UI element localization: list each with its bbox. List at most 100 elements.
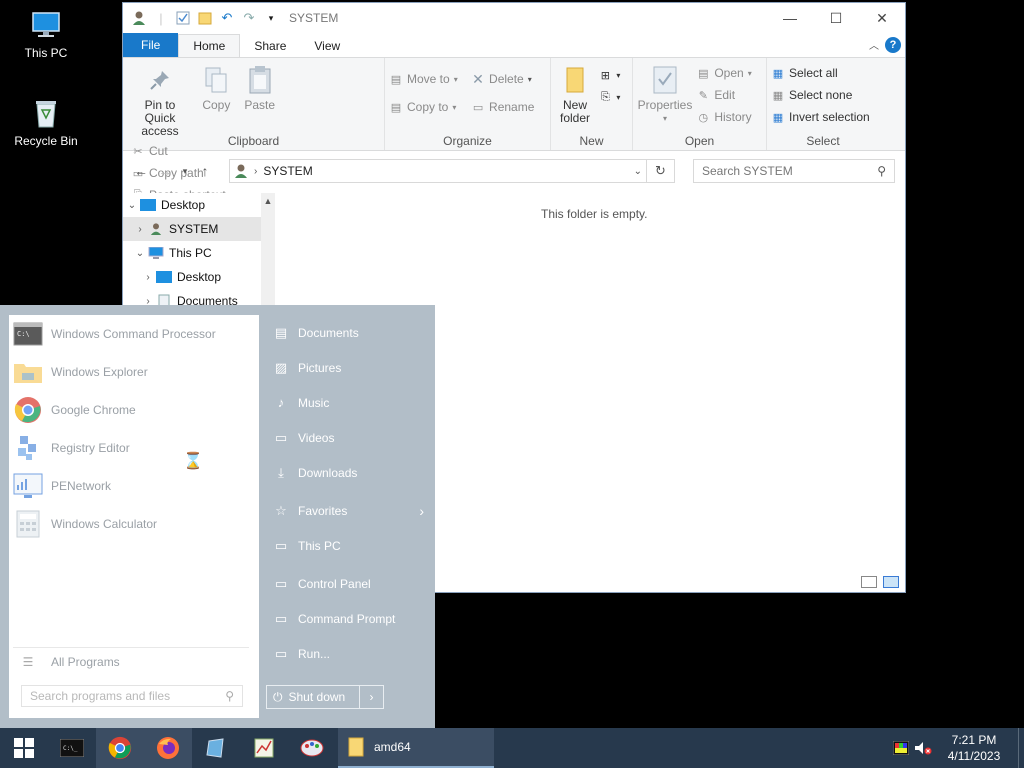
easy-access-button[interactable]: ⎘ ▾ (598, 88, 620, 106)
delete-icon: ✕ (472, 70, 484, 87)
taskbar-cmd-button[interactable]: C:\_ (48, 728, 96, 768)
start-item-label: Documents (298, 325, 359, 340)
pin-label: Pin to Quick access (141, 98, 179, 138)
show-desktop-button[interactable] (1018, 728, 1024, 768)
rename-label: Rename (489, 100, 535, 114)
paste-button[interactable]: Paste (240, 62, 280, 114)
star-icon: ☆ (275, 502, 287, 518)
start-item-pictures[interactable]: ▨ Pictures (266, 350, 430, 385)
refresh-icon[interactable]: ↻ (646, 159, 674, 183)
properties-qat-icon[interactable] (175, 10, 191, 26)
address-dropdown-icon[interactable]: ⌄ (634, 166, 642, 177)
back-arrow-icon[interactable]: ← (129, 159, 153, 183)
recent-locations-icon[interactable]: ▾ (177, 159, 193, 183)
taskbar-firefox-button[interactable] (144, 728, 192, 768)
tab-view[interactable]: View (300, 35, 354, 57)
collapsed-chevron-icon[interactable]: › (141, 272, 155, 283)
move-to-button[interactable]: ▤ Move to ▾ (389, 70, 458, 88)
breadcrumb[interactable]: SYSTEM (263, 164, 312, 178)
collapse-ribbon-icon[interactable]: ︿ (869, 37, 879, 52)
start-item-this-pc[interactable]: ▭ This PC (266, 528, 430, 563)
properties-button[interactable]: Properties ▾ (637, 62, 693, 127)
nav-scrollbar[interactable]: ▲ (261, 193, 275, 313)
invert-selection-button[interactable]: ▦ Invert selection (771, 108, 870, 126)
taskbar-paint-app-button[interactable] (288, 728, 336, 768)
close-button[interactable]: ✕ (859, 3, 905, 33)
desktop-icon-recycle-bin[interactable]: Recycle Bin (8, 96, 84, 148)
volume-muted-icon[interactable] (912, 728, 934, 768)
dropdown-icon: ▾ (616, 70, 621, 80)
start-item-videos[interactable]: ▭ Videos (266, 420, 430, 455)
tab-home[interactable]: Home (178, 34, 241, 57)
program-item-penetwork[interactable]: PENetwork (9, 467, 259, 505)
taskbar-chart-app-button[interactable] (240, 728, 288, 768)
new-folder-qat-icon[interactable] (197, 10, 213, 26)
large-icons-view-icon[interactable] (883, 576, 899, 588)
shutdown-options-button[interactable]: › (360, 685, 384, 709)
program-item-explorer[interactable]: Windows Explorer (9, 353, 259, 391)
program-item-chrome[interactable]: Google Chrome (9, 391, 259, 429)
program-item-cmd[interactable]: C:\ Windows Command Processor (9, 315, 259, 353)
edit-button[interactable]: ✎ Edit (696, 86, 751, 104)
open-button[interactable]: ▤ Open ▾ (696, 64, 752, 82)
history-button[interactable]: ◷ History (696, 108, 752, 126)
help-icon[interactable]: ? (885, 37, 901, 53)
pin-quick-access-button[interactable]: Pin to Quick access (127, 62, 193, 140)
customize-qat-icon[interactable]: ▾ (263, 10, 279, 26)
expanded-chevron-icon[interactable]: ⌄ (133, 248, 147, 259)
start-item-run[interactable]: ▭ Run... (266, 636, 430, 671)
start-search-input[interactable]: Search programs and files ⚲ (21, 685, 243, 707)
taskbar-app-button[interactable] (192, 728, 240, 768)
forward-arrow-icon[interactable]: → (153, 159, 177, 183)
title-bar: | ↶ ↷ ▾ SYSTEM — ☐ ✕ (123, 3, 905, 33)
copy-button[interactable]: Copy (196, 62, 236, 114)
program-item-calculator[interactable]: Windows Calculator (9, 505, 259, 543)
tab-share[interactable]: Share (240, 35, 300, 57)
all-programs-item[interactable]: ☰ All Programs (13, 647, 249, 675)
hourglass-cursor-icon: ⌛ (183, 453, 203, 470)
tree-item-desktop[interactable]: ⌄ Desktop (123, 193, 275, 217)
tree-item-system[interactable]: › SYSTEM (123, 217, 275, 241)
tree-item-this-pc[interactable]: ⌄ This PC (123, 241, 275, 265)
minimize-button[interactable]: — (767, 3, 813, 33)
start-item-documents[interactable]: ▤ Documents (266, 315, 430, 350)
undo-icon[interactable]: ↶ (219, 10, 235, 26)
group-label: New (579, 134, 604, 148)
clock[interactable]: 7:21 PM 4/11/2023 (934, 732, 1014, 764)
chrome-icon (108, 736, 132, 760)
copy-to-button[interactable]: ▤ Copy to ▾ (389, 98, 458, 116)
collapsed-chevron-icon[interactable]: › (133, 224, 147, 235)
maximize-button[interactable]: ☐ (813, 3, 859, 33)
tab-file[interactable]: File (123, 33, 179, 57)
start-item-music[interactable]: ♪ Music (266, 385, 430, 420)
start-item-command-prompt[interactable]: ▭ Command Prompt (266, 601, 430, 636)
scroll-up-icon[interactable]: ▲ (261, 193, 275, 206)
details-view-icon[interactable] (861, 576, 877, 588)
delete-button[interactable]: ✕ Delete ▾ (471, 70, 534, 88)
ribbon-group-open: Properties ▾ ▤ Open ▾ ✎ Edit ◷ History Open (633, 58, 767, 150)
taskbar-explorer-window-button[interactable]: amd64 (338, 728, 494, 768)
search-input[interactable]: Search SYSTEM ⚲ (693, 159, 895, 183)
invert-selection-icon: ▦ (772, 111, 784, 124)
new-folder-button[interactable]: New folder (555, 62, 595, 127)
shutdown-button[interactable]: ⏻ Shut down (266, 685, 360, 709)
desktop-icon-this-pc[interactable]: This PC (8, 8, 84, 60)
rename-button[interactable]: ▭ Rename (471, 98, 535, 116)
start-button[interactable] (0, 728, 48, 768)
start-item-downloads[interactable]: ⤓ Downloads (266, 455, 430, 490)
new-item-button[interactable]: ⊞ ▾ (598, 66, 621, 84)
select-none-icon: ▦ (772, 89, 784, 102)
select-none-button[interactable]: ▦ Select none (771, 86, 870, 104)
color-app-tray-icon[interactable] (890, 728, 912, 768)
new-item-col: ⊞ ▾ ⎘ ▾ (598, 66, 621, 106)
redo-icon[interactable]: ↷ (241, 10, 257, 26)
expanded-chevron-icon[interactable]: ⌄ (125, 200, 139, 211)
address-bar[interactable]: › SYSTEM ⌄ ↻ (229, 159, 675, 183)
program-item-regedit[interactable]: Registry Editor (9, 429, 259, 467)
start-item-favorites[interactable]: ☆ Favorites › (266, 493, 430, 528)
select-all-button[interactable]: ▦ Select all (771, 64, 870, 82)
up-arrow-icon[interactable]: ↑ (193, 159, 217, 183)
taskbar-chrome-button[interactable] (96, 728, 144, 768)
tree-item-desktop-2[interactable]: › Desktop (123, 265, 275, 289)
start-item-control-panel[interactable]: ▭ Control Panel (266, 566, 430, 601)
